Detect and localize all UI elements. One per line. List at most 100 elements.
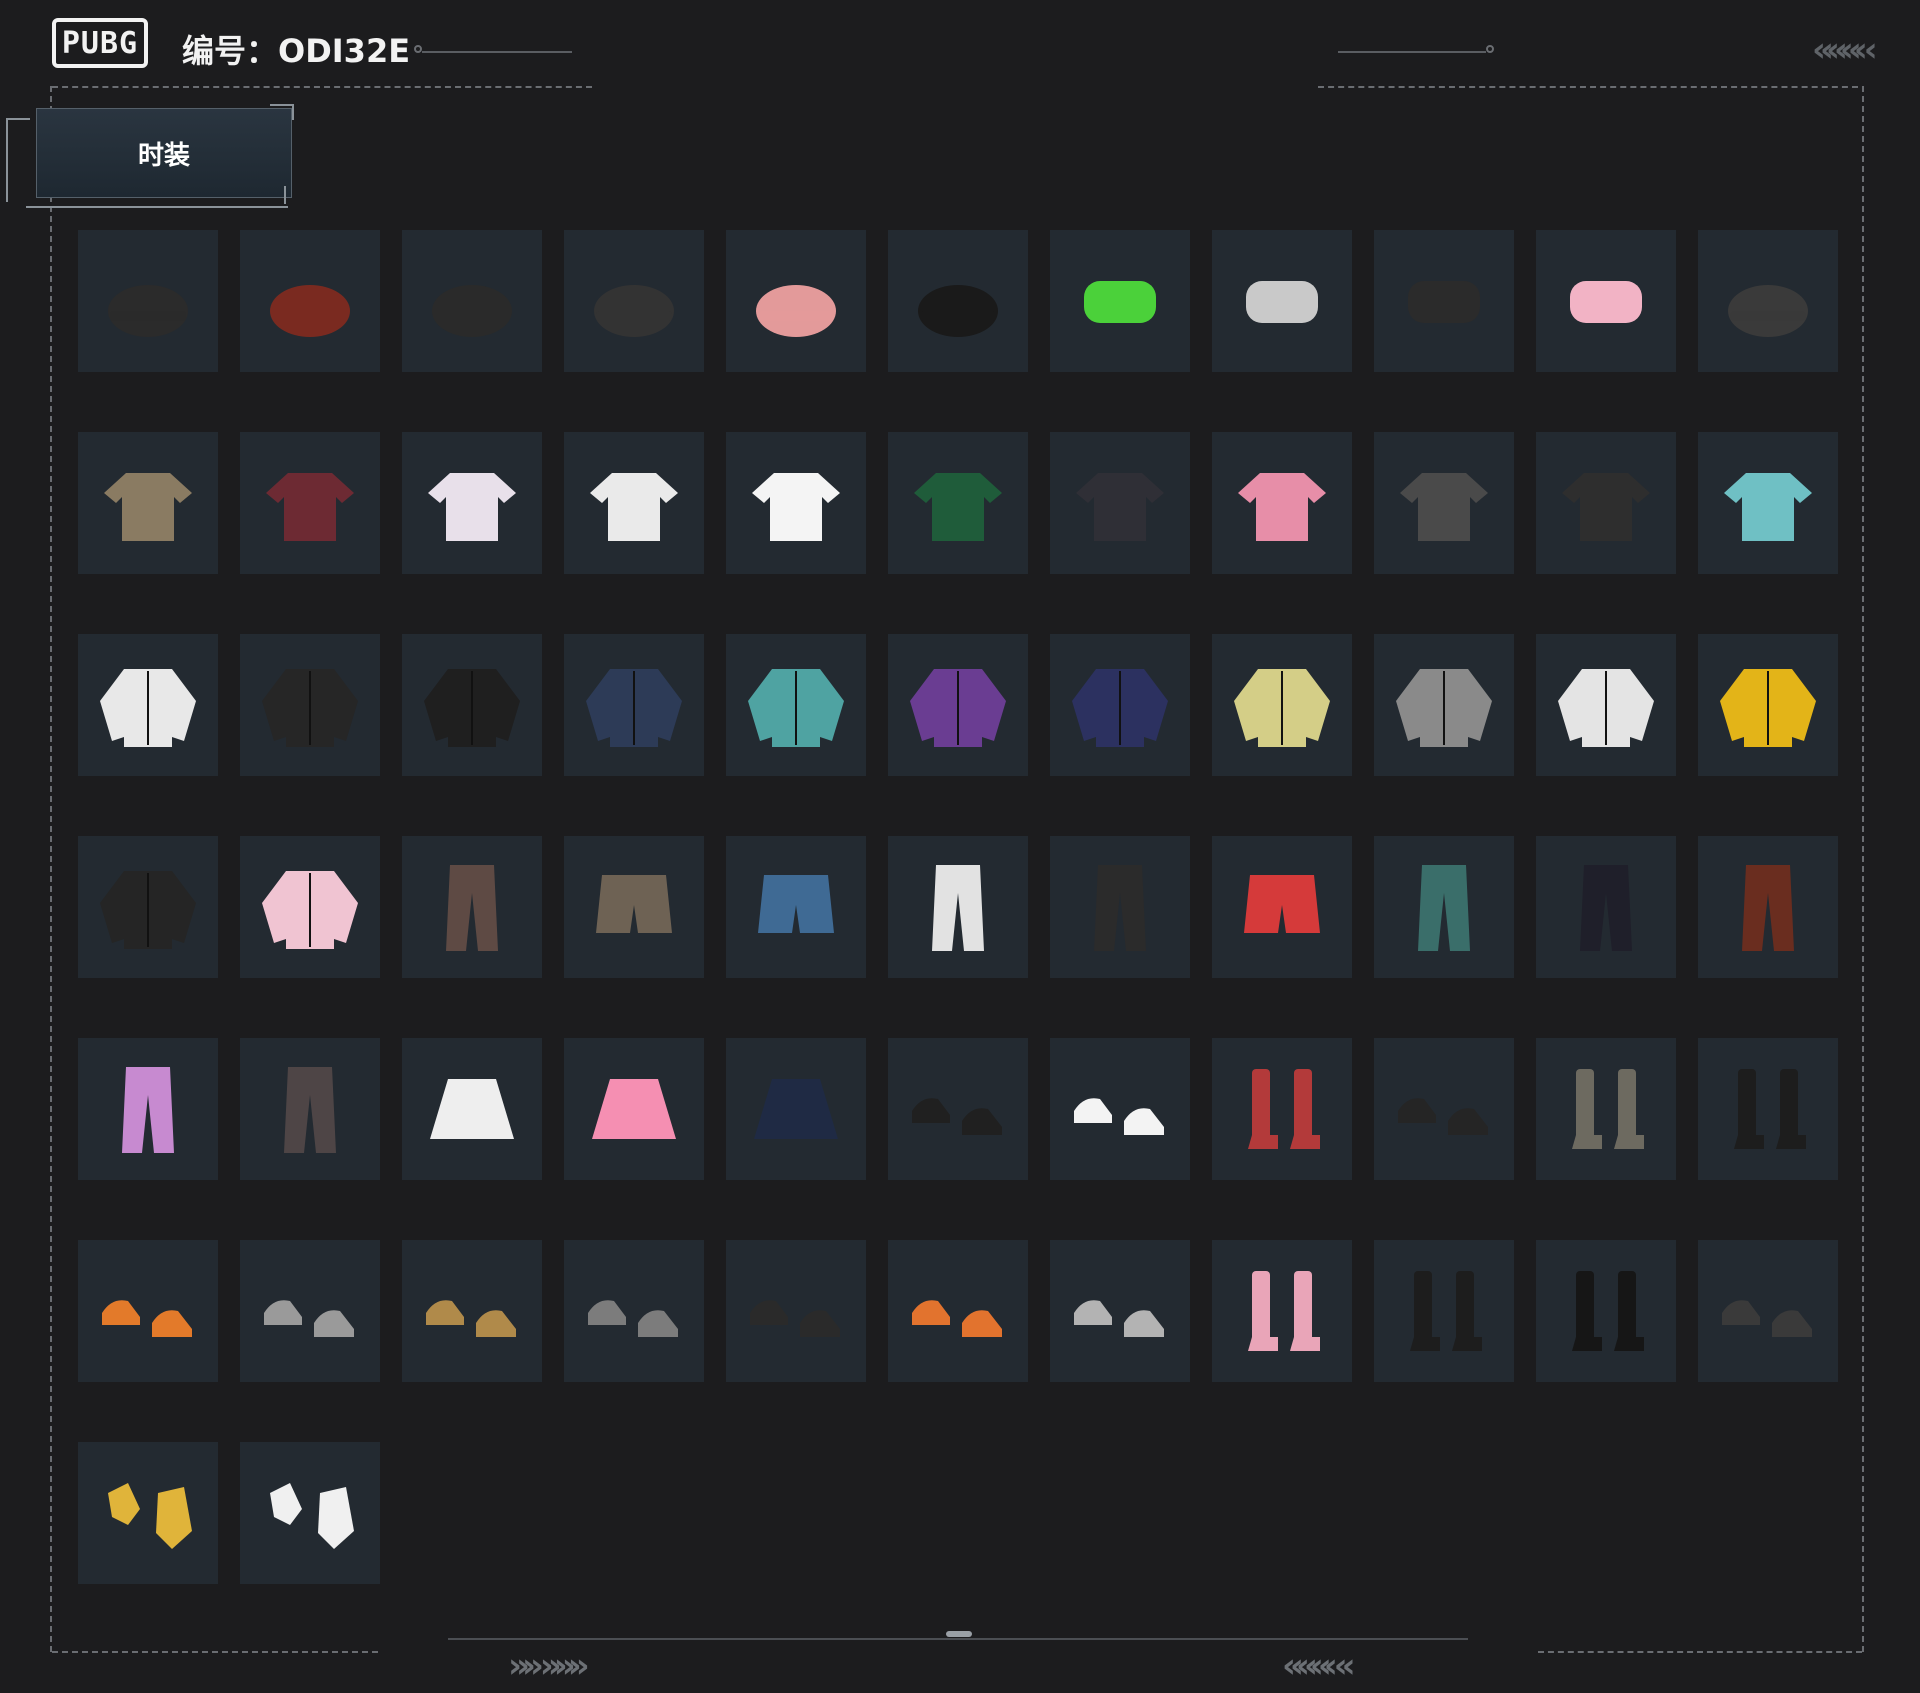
frame-bottom-right	[1538, 1651, 1862, 1653]
scroll-track[interactable]	[448, 1638, 1468, 1640]
item-slot-black-suit-outfit[interactable]	[78, 836, 218, 978]
item-slot-khaki-shorts[interactable]	[564, 836, 704, 978]
item-slot-gray-orange-sneakers[interactable]	[564, 1240, 704, 1382]
white-crop-tee-icon	[752, 473, 840, 541]
item-slot-black-arm-wraps[interactable]	[1698, 1240, 1838, 1382]
item-slot-cyan-graphic-tee[interactable]	[1698, 432, 1838, 574]
item-slot-pink-anime-pants[interactable]	[78, 1038, 218, 1180]
item-slot-red-bandana[interactable]	[1374, 230, 1514, 372]
item-slot-black-pointed-shoes[interactable]	[888, 1038, 1028, 1180]
pink-white-hoodie-icon	[262, 871, 358, 949]
item-slot-purple-tracksuit-jacket[interactable]	[888, 634, 1028, 776]
black-cargo-pants-icon	[1094, 865, 1146, 951]
header-line-dot-left	[414, 45, 422, 53]
item-slot-orange-high-tops[interactable]	[888, 1240, 1028, 1382]
orange-trim-jacket-icon	[1396, 669, 1492, 747]
item-slot-panda-headband[interactable]	[888, 230, 1028, 372]
item-slot-gray-thigh-boots[interactable]	[1050, 1240, 1190, 1382]
item-slot-teal-shorts-leggings[interactable]	[1374, 836, 1514, 978]
black-hiking-shoes-icon	[750, 1300, 840, 1337]
red-bandana-icon	[1408, 281, 1480, 323]
yellow-tactical-gloves-icon	[108, 1483, 192, 1549]
item-slot-tattoo-sleeve-tank[interactable]	[1374, 432, 1514, 574]
black-scarf-icon	[1728, 285, 1808, 337]
item-slot-black-hoodie[interactable]	[240, 634, 380, 776]
chick-hoodie-icon	[1234, 669, 1330, 747]
item-slot-navy-sweater-sash[interactable]	[1050, 634, 1190, 776]
tab-fashion[interactable]: 时装	[36, 108, 292, 198]
item-slot-roast-chicken-hat[interactable]	[240, 230, 380, 372]
item-slot-school-blazer[interactable]	[1050, 432, 1190, 574]
item-slot-red-high-tops[interactable]	[1212, 1038, 1352, 1180]
item-slot-yellow-tactical-gloves[interactable]	[78, 1442, 218, 1584]
item-slot-baseball-cap-black[interactable]	[78, 230, 218, 372]
red-high-tops-icon	[1248, 1069, 1320, 1149]
item-slot-jersey-22[interactable]	[240, 432, 380, 574]
item-slot-yellow-black-jacket[interactable]	[1698, 634, 1838, 776]
item-slot-white-belt-shorts[interactable]	[888, 836, 1028, 978]
item-slot-black-stockings[interactable]	[1374, 1240, 1514, 1382]
item-slot-harness-top[interactable]	[1536, 432, 1676, 574]
item-slot-sunglasses[interactable]	[1212, 230, 1352, 372]
blue-jeans-icon	[758, 875, 834, 933]
item-slot-chick-hoodie[interactable]	[1212, 634, 1352, 776]
tab-bracket-left	[6, 118, 30, 202]
item-slot-orange-sneakers[interactable]	[78, 1240, 218, 1382]
item-slot-gray-sneakers[interactable]	[1536, 1038, 1676, 1180]
item-slot-black-gloves[interactable]	[1536, 1240, 1676, 1382]
item-slot-cat-tshirt[interactable]	[402, 432, 542, 574]
item-slot-pink-bodysuit[interactable]	[1212, 432, 1352, 574]
denim-bomber-icon	[586, 669, 682, 747]
item-slot-plaid-pants[interactable]	[402, 836, 542, 978]
item-slot-navy-skirt[interactable]	[726, 1038, 866, 1180]
item-slot-black-combat-boots[interactable]	[1374, 1038, 1514, 1180]
cyan-graphic-tee-icon	[1724, 473, 1812, 541]
item-slot-black-red-boots[interactable]	[1698, 1038, 1838, 1180]
item-slot-crop-top-tan[interactable]	[78, 432, 218, 574]
item-slot-white-pink-boots[interactable]	[1050, 1038, 1190, 1180]
item-slot-white-crop-jacket[interactable]	[78, 634, 218, 776]
item-slot-baseball-cap-camo[interactable]	[564, 230, 704, 372]
item-slot-green-dress[interactable]	[888, 432, 1028, 574]
item-slot-panda-gloves[interactable]	[240, 1442, 380, 1584]
item-slot-denim-bomber[interactable]	[564, 634, 704, 776]
item-slot-pink-white-hoodie[interactable]	[240, 836, 380, 978]
item-slot-white-crop-tee[interactable]	[726, 432, 866, 574]
item-slot-camo-pants[interactable]	[240, 1038, 380, 1180]
white-pleated-skirt-icon	[430, 1079, 514, 1139]
item-slot-pink-plaid-skirt[interactable]	[564, 1038, 704, 1180]
item-slot-rust-pants[interactable]	[1698, 836, 1838, 978]
item-slot-pink-fishnet-boots[interactable]	[1212, 1240, 1352, 1382]
item-slot-black-cargo-pants[interactable]	[1050, 836, 1190, 978]
crop-top-tan-icon	[104, 473, 192, 541]
item-slot-white-pleated-skirt[interactable]	[402, 1038, 542, 1180]
school-blazer-icon	[1076, 473, 1164, 541]
tab-bracket-bottom	[26, 206, 288, 208]
item-slot-pink-face-mask[interactable]	[1536, 230, 1676, 372]
item-slot-frog-mask[interactable]	[1050, 230, 1190, 372]
item-slot-ice-cream-cone-hat[interactable]	[726, 230, 866, 372]
pink-plaid-skirt-icon	[592, 1079, 676, 1139]
item-slot-orange-trim-jacket[interactable]	[1374, 634, 1514, 776]
item-slot-gray-moon-boots[interactable]	[240, 1240, 380, 1382]
item-slot-patchwork-shorts[interactable]	[1212, 836, 1352, 978]
item-slot-star-sweatshirt[interactable]	[564, 432, 704, 574]
sunglasses-icon	[1246, 281, 1318, 323]
item-slot-black-scarf[interactable]	[1698, 230, 1838, 372]
jersey-22-icon	[266, 473, 354, 541]
item-slot-cat-ears[interactable]	[402, 230, 542, 372]
scroll-thumb[interactable]	[946, 1631, 972, 1637]
item-slot-blue-jeans[interactable]	[726, 836, 866, 978]
frame-right	[1862, 86, 1864, 1652]
item-slot-black-track-pants[interactable]	[1536, 836, 1676, 978]
item-slot-white-orange-jacket[interactable]	[1536, 634, 1676, 776]
tan-work-boots-icon	[426, 1300, 516, 1337]
gray-thigh-boots-icon	[1074, 1300, 1164, 1337]
item-slot-tan-work-boots[interactable]	[402, 1240, 542, 1382]
khaki-shorts-icon	[596, 875, 672, 933]
orange-high-tops-icon	[912, 1300, 1002, 1337]
item-slot-black-hiking-shoes[interactable]	[726, 1240, 866, 1382]
harness-top-icon	[1562, 473, 1650, 541]
item-slot-black-leather-jacket[interactable]	[402, 634, 542, 776]
item-slot-teal-duck-hoodie[interactable]	[726, 634, 866, 776]
